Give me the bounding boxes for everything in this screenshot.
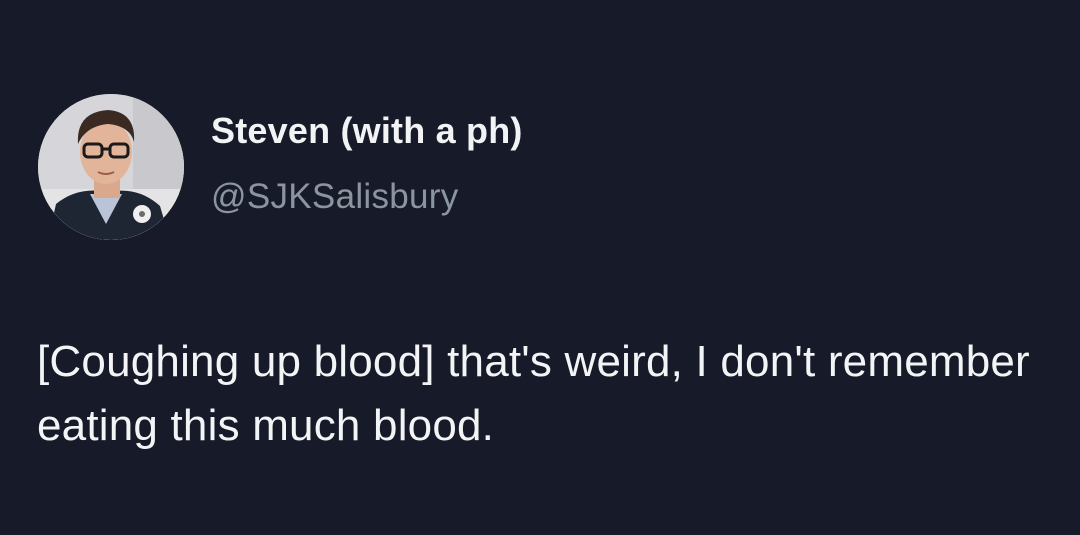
author-avatar[interactable] <box>38 94 184 240</box>
profile-photo-icon <box>38 94 184 240</box>
author-display-name[interactable]: Steven (with a ph) <box>211 110 523 152</box>
tweet-text: [Coughing up blood] that's weird, I don'… <box>37 337 1030 450</box>
author-handle[interactable]: @SJKSalisbury <box>211 177 459 217</box>
tweet-card: Steven (with a ph) @SJKSalisbury [Coughi… <box>0 0 1080 535</box>
